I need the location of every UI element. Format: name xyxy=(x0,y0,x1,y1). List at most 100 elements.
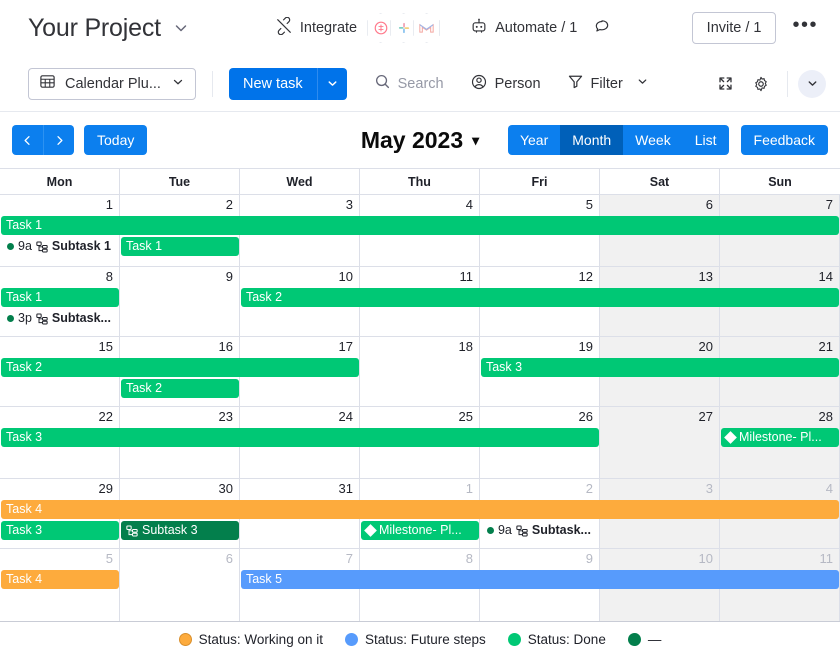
collapse-toolbar-button[interactable] xyxy=(798,70,826,98)
calendar-event-bar[interactable]: Task 1 xyxy=(121,237,239,256)
chevron-down-icon[interactable] xyxy=(173,20,189,36)
day-number: 23 xyxy=(219,409,233,424)
weekday-header-thu: Thu xyxy=(360,169,480,194)
person-label: Person xyxy=(495,76,541,92)
calendar-day-cell[interactable]: 27 xyxy=(600,407,720,478)
event-label: Task 2 xyxy=(126,381,162,395)
calendar-day-cell[interactable]: 6 xyxy=(120,549,240,621)
calendar-event-bar[interactable]: Task 3 xyxy=(481,358,839,377)
calendar-event-bar[interactable]: Task 4 xyxy=(1,570,119,589)
search-button[interactable]: Search xyxy=(365,67,453,100)
day-number: 30 xyxy=(219,481,233,496)
calendar-event-item[interactable]: 9aSubtask... xyxy=(481,521,599,540)
integrate-label: Integrate xyxy=(300,20,357,36)
person-filter-button[interactable]: Person xyxy=(461,67,550,101)
calendar-event-bar[interactable]: Subtask 3 xyxy=(121,521,239,540)
legend-item[interactable]: Status: Done xyxy=(508,632,606,647)
calendar-event-bar[interactable]: Task 3 xyxy=(1,428,599,447)
plug-disconnected-icon xyxy=(275,17,293,39)
subtask-icon xyxy=(36,313,48,325)
status-legend: Status: Working on it Status: Future step… xyxy=(0,622,840,656)
calendar-day-cell[interactable]: 18 xyxy=(360,337,480,406)
calendar-week-row: 15161718192021Task 2Task 3Task 2 xyxy=(0,337,840,407)
day-number: 19 xyxy=(579,339,593,354)
event-time: 9a xyxy=(18,237,32,256)
view-mode-year[interactable]: Year xyxy=(508,125,560,155)
calendar-event-bar[interactable]: Task 1 xyxy=(1,216,839,235)
calendar-event-bar[interactable]: Task 3 xyxy=(1,521,119,540)
calendar-week-row: 1234567Task 19aSubtask 1Task 1 xyxy=(0,195,840,267)
calendar-event-bar[interactable]: Task 1 xyxy=(1,288,119,307)
event-label: Task 3 xyxy=(486,360,522,374)
calendar-event-bar[interactable]: Task 4 xyxy=(1,500,839,519)
app-header: Your Project Integrate xyxy=(0,0,840,56)
event-label: Subtask... xyxy=(532,521,591,540)
day-number: 2 xyxy=(226,197,233,212)
calendar-week-row: 22232425262728Task 3Milestone- Pl... xyxy=(0,407,840,479)
day-number: 9 xyxy=(586,551,593,566)
event-label: Task 1 xyxy=(126,239,162,253)
event-label: Task 3 xyxy=(6,523,42,537)
month-stepper xyxy=(12,125,74,155)
month-title[interactable]: May 2023 ▾ xyxy=(361,127,479,154)
day-number: 24 xyxy=(339,409,353,424)
legend-item[interactable]: Status: Future steps xyxy=(345,632,486,647)
event-label: Task 2 xyxy=(246,290,282,304)
day-number: 7 xyxy=(826,197,833,212)
calendar-event-bar[interactable]: Milestone- Pl... xyxy=(361,521,479,540)
calendar-event-bar[interactable]: Task 2 xyxy=(1,358,359,377)
chevron-down-icon[interactable]: ▾ xyxy=(472,132,479,149)
legend-item[interactable]: Status: Working on it xyxy=(179,632,323,647)
automate-label: Automate / 1 xyxy=(495,20,577,36)
event-label: Subtask 3 xyxy=(142,521,198,540)
day-number: 27 xyxy=(699,409,713,424)
board-view-select[interactable]: Calendar Plu... xyxy=(28,68,196,100)
view-mode-list[interactable]: List xyxy=(683,125,729,155)
calendar-day-cell[interactable]: 9 xyxy=(120,267,240,336)
calendar-event-bar[interactable]: Milestone- Pl... xyxy=(721,428,839,447)
calendar-event-bar[interactable]: Task 2 xyxy=(121,379,239,398)
day-number: 10 xyxy=(339,269,353,284)
view-mode-month[interactable]: Month xyxy=(560,125,623,155)
legend-color-swatch xyxy=(508,633,521,646)
calendar-event-item[interactable]: 3pSubtask... xyxy=(1,309,119,328)
page-title[interactable]: Your Project xyxy=(28,14,189,43)
integrate-button[interactable]: Integrate xyxy=(267,11,365,45)
grid-table-icon xyxy=(39,73,56,94)
today-button[interactable]: Today xyxy=(84,125,147,155)
automate-button[interactable]: Automate / 1 xyxy=(462,11,585,45)
view-mode-week[interactable]: Week xyxy=(623,125,683,155)
event-label: Subtask 1 xyxy=(52,237,111,256)
feedback-button[interactable]: Feedback xyxy=(741,125,828,155)
new-task-dropdown-button[interactable] xyxy=(317,68,347,100)
invite-button[interactable]: Invite / 1 xyxy=(692,12,777,44)
day-number: 3 xyxy=(346,197,353,212)
legend-item[interactable]: — xyxy=(628,632,662,647)
day-number: 17 xyxy=(339,339,353,354)
fullscreen-expand-button[interactable] xyxy=(709,68,741,100)
legend-label: — xyxy=(648,632,662,647)
gmail-app-icon[interactable] xyxy=(413,13,440,43)
new-task-button[interactable]: New task xyxy=(229,68,317,100)
next-month-button[interactable] xyxy=(43,125,74,155)
chat-button[interactable] xyxy=(585,11,619,45)
filter-button[interactable]: Filter xyxy=(558,67,658,100)
chevron-down-icon[interactable] xyxy=(171,75,185,93)
legend-color-swatch xyxy=(179,633,192,646)
month-title-text: May 2023 xyxy=(361,127,463,154)
day-number: 21 xyxy=(819,339,833,354)
more-options-button[interactable]: ••• xyxy=(786,19,824,37)
calendar-event-bar[interactable]: Task 2 xyxy=(241,288,839,307)
weekday-header-wed: Wed xyxy=(240,169,360,194)
event-label: Task 1 xyxy=(6,218,42,232)
settings-button[interactable] xyxy=(745,68,777,100)
chevron-down-icon[interactable] xyxy=(636,75,649,92)
milestone-diamond-icon xyxy=(724,431,737,444)
prev-month-button[interactable] xyxy=(12,125,43,155)
calendar-grid: MonTueWedThuFriSatSun 1234567Task 19aSub… xyxy=(0,168,840,622)
day-number: 11 xyxy=(820,551,834,566)
board-toolbar: Calendar Plu... New task Search Pers xyxy=(0,56,840,112)
new-task-group: New task xyxy=(229,68,347,100)
calendar-event-item[interactable]: 9a Subtask 1 xyxy=(1,237,119,256)
calendar-event-bar[interactable]: Task 5 xyxy=(241,570,839,589)
